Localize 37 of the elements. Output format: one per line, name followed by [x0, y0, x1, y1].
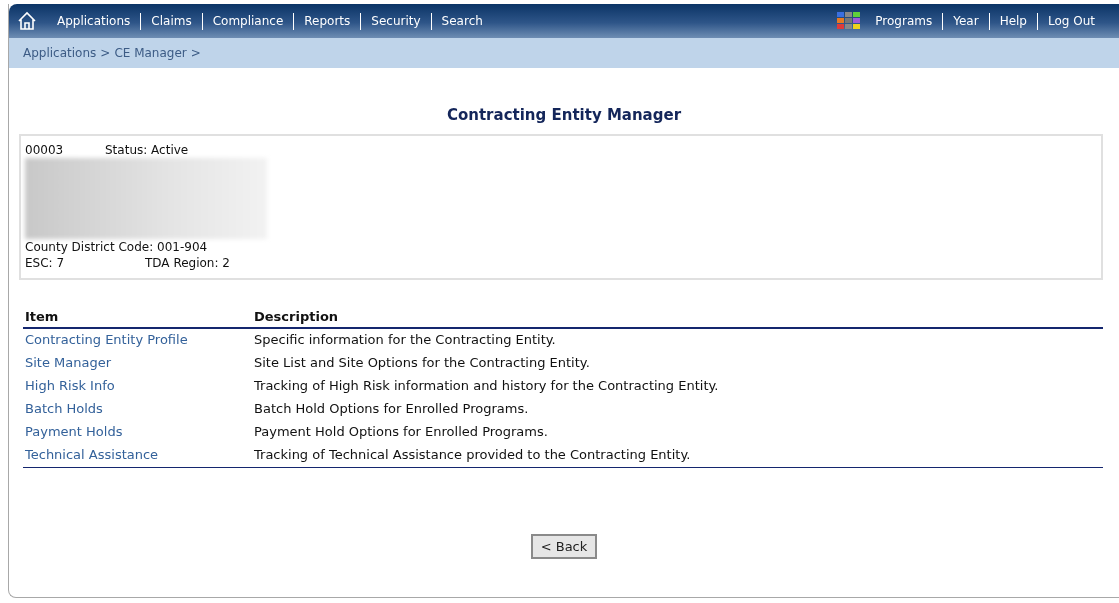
nav-link[interactable]: Programs [865, 14, 943, 28]
district-code: County District Code: 001-904 [25, 239, 208, 255]
home-icon[interactable] [17, 11, 37, 31]
nav-link[interactable]: Search [431, 14, 493, 28]
item-link[interactable]: Technical Assistance [25, 447, 159, 462]
nav-link[interactable]: Reports [294, 14, 361, 28]
column-header: Item [23, 307, 252, 328]
breadcrumb-separator: > [190, 46, 201, 60]
grid-icon[interactable] [837, 12, 862, 30]
breadcrumb-link[interactable]: Applications [23, 46, 97, 60]
item-description: Specific information for the Contracting Entity. [254, 332, 556, 347]
nav-link[interactable]: Applications [47, 14, 141, 28]
nav-link[interactable]: Log Out [1038, 14, 1105, 28]
esc-label: ESC: 7 [25, 255, 66, 271]
page-title: Contracting Entity Manager [445, 106, 683, 124]
nav-link[interactable]: Compliance [202, 14, 294, 28]
item-link[interactable]: Payment Holds [25, 424, 123, 439]
entity-status: Status: Active [105, 142, 189, 158]
nav-link[interactable]: Security [361, 14, 431, 28]
nav-link[interactable]: Claims [141, 14, 202, 28]
nav-link[interactable]: Year [943, 14, 989, 28]
item-description: Site List and Site Options for the Contracting Entity. [254, 355, 590, 370]
column-header: Description [252, 307, 1103, 328]
item-description: Tracking of Technical Assistance provided to the Contracting Entity. [254, 447, 691, 462]
breadcrumb-link[interactable]: CE Manager [114, 46, 187, 60]
back-button[interactable]: < Back [530, 534, 598, 559]
item-link[interactable]: High Risk Info [25, 378, 115, 393]
item-description: Payment Hold Options for Enrolled Programs. [254, 424, 548, 439]
item-description: Tracking of High Risk information and history for the Contracting Entity. [254, 378, 719, 393]
region-label: TDA Region: 2 [145, 255, 230, 271]
breadcrumb-separator: > [100, 46, 111, 60]
item-description: Batch Hold Options for Enrolled Programs. [254, 401, 529, 416]
entity-id: 00003 [25, 142, 65, 158]
item-link[interactable]: Contracting Entity Profile [25, 332, 188, 347]
item-link[interactable]: Site Manager [25, 355, 112, 370]
nav-link[interactable]: Help [989, 14, 1037, 28]
item-link[interactable]: Batch Holds [25, 401, 103, 416]
